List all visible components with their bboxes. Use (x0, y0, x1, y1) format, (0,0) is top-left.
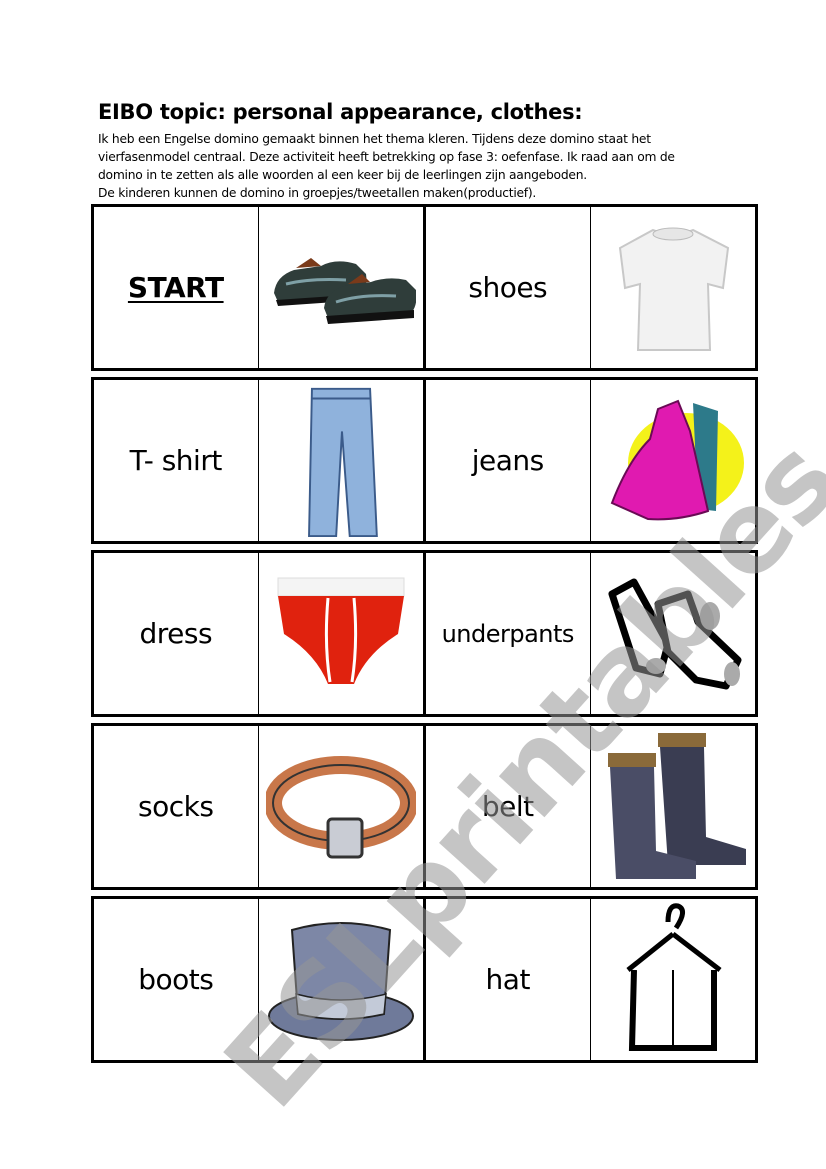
picture-cell (591, 380, 756, 541)
domino-row: T- shirt jeans (91, 377, 758, 544)
domino-word: boots (138, 963, 214, 996)
domino-word: underpants (441, 619, 575, 648)
picture-cell (591, 553, 756, 714)
word-cell: shoes (426, 207, 591, 368)
domino-word: START (127, 271, 224, 304)
picture-cell (591, 207, 756, 368)
intro-line: vierfasenmodel centraal. Deze activiteit… (98, 150, 675, 164)
jeans-icon (307, 387, 378, 538)
picture-cell (259, 899, 424, 1060)
picture-cell (591, 899, 756, 1060)
belt-icon (265, 755, 416, 858)
shoes-icon (273, 257, 416, 324)
domino-word: T- shirt (129, 444, 223, 477)
domino-row: START shoes (91, 204, 758, 371)
domino-card: dress (94, 553, 426, 714)
word-cell: belt (426, 726, 591, 887)
domino-grid: START shoes T- shirt jeans dress underpa… (91, 204, 758, 1063)
domino-row: boots hat (91, 896, 758, 1063)
domino-card: jeans (426, 380, 755, 541)
word-cell: dress (94, 553, 259, 714)
tshirt-icon (618, 227, 729, 351)
picture-cell (259, 553, 424, 714)
domino-card: boots (94, 899, 426, 1060)
domino-word: jeans (471, 444, 545, 477)
domino-card: START (94, 207, 426, 368)
boots-icon (607, 732, 746, 879)
intro-line: Ik heb een Engelse domino gemaakt binnen… (98, 132, 651, 146)
word-cell: T- shirt (94, 380, 259, 541)
picture-cell (259, 726, 424, 887)
intro-line: domino in te zetten als alle woorden al … (98, 168, 587, 182)
socks-icon (608, 578, 742, 689)
picture-cell (259, 207, 424, 368)
word-cell: underpants (426, 553, 591, 714)
domino-row: socks belt (91, 723, 758, 890)
word-cell: socks (94, 726, 259, 887)
domino-card: hat (426, 899, 755, 1060)
domino-card: T- shirt (94, 380, 426, 541)
page-title: EIBO topic: personal appearance, clothes… (98, 100, 583, 124)
dress-icon (610, 399, 744, 520)
hat-icon (267, 921, 414, 1041)
domino-word: belt (481, 790, 534, 823)
domino-word: shoes (468, 271, 548, 304)
domino-card: belt (426, 726, 755, 887)
domino-word: hat (485, 963, 531, 996)
word-cell: jeans (426, 380, 591, 541)
picture-cell (259, 380, 424, 541)
domino-row: dress underpants (91, 550, 758, 717)
domino-card: shoes (426, 207, 755, 368)
domino-word: socks (138, 790, 214, 823)
intro-text: Ik heb een Engelse domino gemaakt binnen… (98, 130, 738, 202)
underpants-icon (277, 577, 405, 684)
word-cell: START (94, 207, 259, 368)
word-cell: boots (94, 899, 259, 1060)
domino-card: socks (94, 726, 426, 887)
word-cell: hat (426, 899, 591, 1060)
domino-card: underpants (426, 553, 755, 714)
intro-line: De kinderen kunnen de domino in groepjes… (98, 186, 537, 200)
domino-word: dress (139, 617, 213, 650)
coat-on-hanger-icon (626, 902, 722, 1051)
picture-cell (591, 726, 756, 887)
